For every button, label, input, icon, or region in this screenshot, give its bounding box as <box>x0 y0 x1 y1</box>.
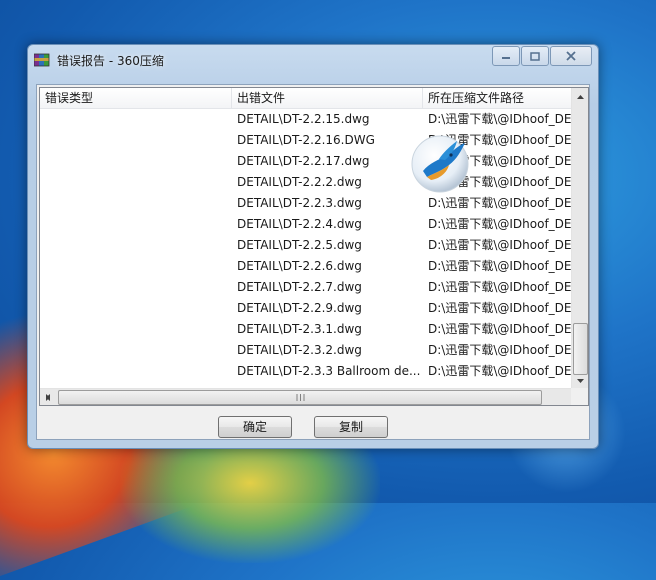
cell-error-file: DETAIL\DT-2.3.2.dwg <box>237 343 362 357</box>
cell-error-file: DETAIL\DT-2.3.3 Ballroom de... <box>237 364 421 378</box>
list-row[interactable]: DETAIL\DT-2.2.9.dwg D:\迅雷下载\@IDhoof_DE <box>40 298 574 319</box>
maximize-icon <box>530 51 540 61</box>
cell-error-file: DETAIL\DT-2.2.16.DWG <box>237 133 375 147</box>
vertical-scrollbar[interactable] <box>571 88 588 389</box>
column-header-error-file[interactable]: 出错文件 <box>232 88 423 108</box>
cell-archive-path: D:\迅雷下载\@IDhoof_DE <box>428 112 572 126</box>
column-header-archive-path[interactable]: 所在压缩文件路径 <box>423 88 583 108</box>
list-row[interactable]: DETAIL\DT-2.3.3 Ballroom de... D:\迅雷下载\@… <box>40 361 574 382</box>
list-row[interactable]: DETAIL\DT-2.2.15.dwg D:\迅雷下载\@IDhoof_DE <box>40 109 574 130</box>
list-row[interactable]: DETAIL\DT-2.2.3.dwg D:\迅雷下载\@IDhoof_DE <box>40 193 574 214</box>
cell-error-file: DETAIL\DT-2.3.1.dwg <box>237 322 362 336</box>
list-row[interactable]: DETAIL\DT-2.3.1.dwg D:\迅雷下载\@IDhoof_DE <box>40 319 574 340</box>
list-row[interactable]: DETAIL\DT-2.2.17.dwg D:\迅雷下载\@IDhoof_DE <box>40 151 574 172</box>
minimize-icon <box>502 57 510 59</box>
window-title: 错误报告 - 360压缩 <box>57 54 164 68</box>
grip-icon <box>296 394 304 401</box>
list-row[interactable]: DETAIL\DT-2.2.7.dwg D:\迅雷下载\@IDhoof_DE <box>40 277 574 298</box>
cell-error-file: DETAIL\DT-2.2.4.dwg <box>237 217 362 231</box>
list-body: DETAIL\DT-2.2.15.dwg D:\迅雷下载\@IDhoof_DE … <box>40 109 574 389</box>
list-header: 错误类型 出错文件 所在压缩文件路径 <box>40 88 574 109</box>
copy-button[interactable]: 复制 <box>314 416 388 438</box>
scroll-up-button[interactable] <box>572 88 588 105</box>
horizontal-scroll-thumb[interactable] <box>58 390 542 405</box>
list-row[interactable]: DETAIL\DT-2.3.2.dwg D:\迅雷下载\@IDhoof_DE <box>40 340 574 361</box>
cell-archive-path: D:\迅雷下载\@IDhoof_DE <box>428 280 572 294</box>
minimize-button[interactable] <box>492 46 520 66</box>
cell-archive-path: D:\迅雷下载\@IDhoof_DE <box>428 217 572 231</box>
cell-archive-path: D:\迅雷下载\@IDhoof_DE <box>428 322 572 336</box>
cell-archive-path: D:\迅雷下载\@IDhoof_DE <box>428 364 572 378</box>
list-row[interactable]: DETAIL\DT-2.2.6.dwg D:\迅雷下载\@IDhoof_DE <box>40 256 574 277</box>
maximize-button[interactable] <box>521 46 549 66</box>
vertical-scroll-thumb[interactable] <box>573 323 588 375</box>
error-report-window: 错误报告 - 360压缩 错误类型 出错文件 所在压缩文件路径 DETAIL\D… <box>27 44 599 449</box>
cell-error-file: DETAIL\DT-2.2.15.dwg <box>237 112 370 126</box>
list-row[interactable]: DETAIL\DT-2.2.2.dwg D:\迅雷下载\@IDhoof_DE <box>40 172 574 193</box>
list-row[interactable]: DETAIL\DT-2.2.16.DWG D:\迅雷下载\@IDhoof_DE <box>40 130 574 151</box>
cell-archive-path: D:\迅雷下载\@IDhoof_DE <box>428 196 572 210</box>
close-button[interactable] <box>550 46 592 66</box>
scroll-down-arrow-icon <box>576 378 584 383</box>
cell-error-file: DETAIL\DT-2.2.9.dwg <box>237 301 362 315</box>
horizontal-scrollbar[interactable] <box>40 388 574 405</box>
cell-error-file: DETAIL\DT-2.2.5.dwg <box>237 238 362 252</box>
cell-error-file: DETAIL\DT-2.2.17.dwg <box>237 154 370 168</box>
list-row[interactable]: DETAIL\DT-2.2.5.dwg D:\迅雷下载\@IDhoof_DE <box>40 235 574 256</box>
cell-archive-path: D:\迅雷下载\@IDhoof_DE <box>428 343 572 357</box>
cell-archive-path: D:\迅雷下载\@IDhoof_DE <box>428 301 572 315</box>
scroll-down-button[interactable] <box>572 372 588 389</box>
error-list[interactable]: 错误类型 出错文件 所在压缩文件路径 DETAIL\DT-2.2.15.dwg … <box>39 87 589 406</box>
cell-archive-path: D:\迅雷下载\@IDhoof_DE <box>428 238 572 252</box>
cell-error-file: DETAIL\DT-2.2.3.dwg <box>237 196 362 210</box>
dialog-client-area: 错误类型 出错文件 所在压缩文件路径 DETAIL\DT-2.2.15.dwg … <box>36 84 590 440</box>
cell-archive-path: D:\迅雷下载\@IDhoof_DE <box>428 259 572 273</box>
scroll-right-button[interactable] <box>40 389 56 405</box>
window-controls <box>491 46 592 66</box>
bird-logo-icon <box>411 135 469 193</box>
scroll-up-arrow-icon <box>576 94 584 99</box>
title-bar[interactable]: 错误报告 - 360压缩 <box>28 45 598 75</box>
close-icon <box>566 51 576 61</box>
scroll-right-arrow-icon <box>46 394 50 401</box>
scrollbar-corner <box>571 388 588 405</box>
rar-archive-icon <box>34 53 50 67</box>
ok-button[interactable]: 确定 <box>218 416 292 438</box>
cell-error-file: DETAIL\DT-2.2.2.dwg <box>237 175 362 189</box>
cell-error-file: DETAIL\DT-2.2.6.dwg <box>237 259 362 273</box>
cell-error-file: DETAIL\DT-2.2.7.dwg <box>237 280 362 294</box>
column-header-error-type[interactable]: 错误类型 <box>40 88 232 108</box>
list-row[interactable]: DETAIL\DT-2.2.4.dwg D:\迅雷下载\@IDhoof_DE <box>40 214 574 235</box>
